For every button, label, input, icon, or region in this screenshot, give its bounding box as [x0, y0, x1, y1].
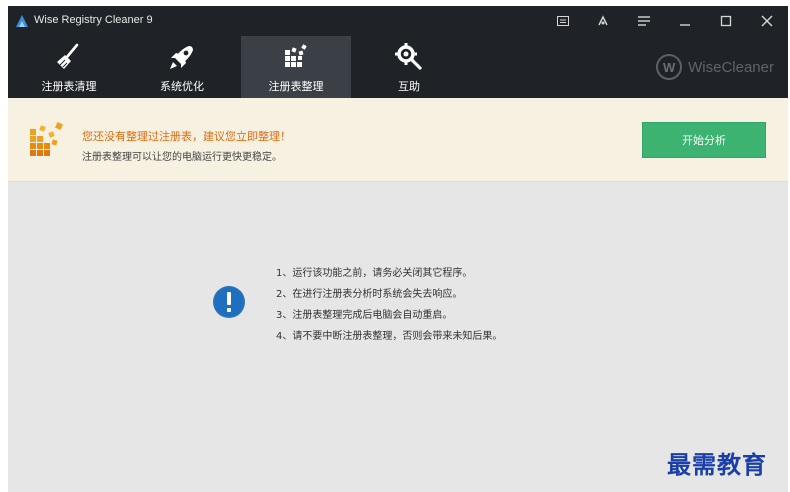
tip-item: 1、运行该功能之前，请务必关闭其它程序。 [276, 268, 473, 279]
maximize-icon[interactable] [715, 11, 737, 31]
tab-label: 系统优化 [160, 80, 204, 93]
start-analysis-button[interactable]: 开始分析 [642, 122, 766, 158]
notice-subtitle: 注册表整理可以让您的电脑运行更快更稳定。 [82, 152, 282, 163]
tab-label: 互助 [398, 80, 420, 93]
wisecleaner-logo[interactable]: W WiseCleaner [656, 54, 774, 80]
tab-mutual-help[interactable]: 互助 [354, 36, 464, 98]
main-toolbar: 注册表清理 系统优化 注册表整理 互助 W WiseCleaner [8, 36, 788, 98]
notice-title: 您还没有整理过注册表，建议您立即整理！ [82, 130, 291, 143]
tip-item: 4、请不要中断注册表整理，否则会带来未知后果。 [276, 331, 503, 342]
blocks-icon [279, 42, 313, 72]
tab-registry-clean[interactable]: 注册表清理 [14, 36, 124, 98]
tab-system-optimize[interactable]: 系统优化 [127, 36, 237, 98]
tip-item: 3、注册表整理完成后电脑会自动重启。 [276, 310, 453, 321]
title-bar: Wise Registry Cleaner 9 [8, 6, 788, 36]
rocket-icon [165, 42, 199, 72]
tab-registry-defrag[interactable]: 注册表整理 [241, 36, 351, 98]
app-window: Wise Registry Cleaner 9 注册表清理 系统优化 注册表整理… [8, 6, 788, 492]
feedback-icon[interactable] [552, 11, 574, 31]
brand-name: WiseCleaner [688, 58, 774, 76]
minimize-icon[interactable] [674, 11, 696, 31]
window-title: Wise Registry Cleaner 9 [34, 14, 153, 26]
tools-icon [392, 42, 426, 72]
broom-icon [52, 42, 86, 72]
tips-list: 1、运行该功能之前，请务必关闭其它程序。 2、在进行注册表分析时系统会失去响应。… [276, 263, 502, 347]
tab-label: 注册表清理 [41, 80, 97, 93]
info-icon [212, 285, 246, 319]
brand-mark: W [656, 54, 683, 80]
defrag-notice-banner: 您还没有整理过注册表，建议您立即整理！ 注册表整理可以让您的电脑运行更快更稳定。… [8, 98, 788, 182]
watermark-text: 最需教育 [667, 450, 767, 479]
menu-icon[interactable] [633, 11, 655, 31]
app-logo-icon [14, 13, 30, 29]
tip-item: 2、在进行注册表分析时系统会失去响应。 [276, 289, 463, 300]
skin-icon[interactable] [592, 11, 614, 31]
close-icon[interactable] [756, 11, 778, 31]
defrag-blocks-icon [28, 120, 68, 158]
tab-label: 注册表整理 [268, 80, 324, 93]
